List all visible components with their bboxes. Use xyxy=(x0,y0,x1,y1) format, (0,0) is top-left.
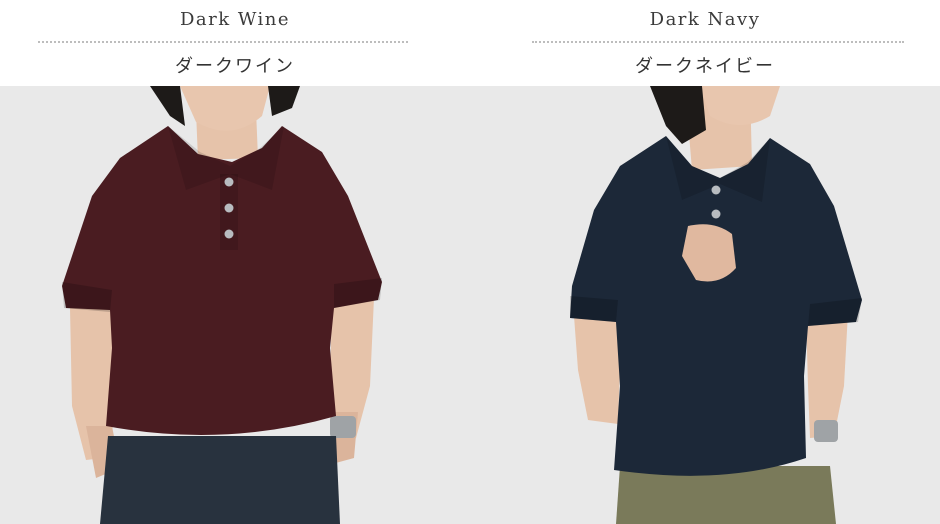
shirt-button xyxy=(224,203,234,213)
pants xyxy=(616,466,836,524)
variant-caption: Dark Navy ダークネイビー xyxy=(470,0,940,86)
product-photo-dark-navy xyxy=(470,86,940,524)
color-variant-dark-wine: Dark Wine ダークワイン xyxy=(0,0,470,524)
wristwatch xyxy=(814,420,838,442)
shirt-button xyxy=(224,177,234,187)
shirt-button xyxy=(711,209,721,219)
pants xyxy=(100,436,340,524)
variant-caption: Dark Wine ダークワイン xyxy=(0,0,470,86)
color-variant-dark-navy: Dark Navy ダークネイビー xyxy=(470,0,940,524)
product-photo-dark-wine xyxy=(0,86,470,524)
shirt-button xyxy=(224,229,234,239)
shirt-button xyxy=(711,185,721,195)
wristwatch xyxy=(330,416,356,438)
dotted-divider xyxy=(532,41,904,43)
color-name-english: Dark Wine xyxy=(179,9,291,30)
color-name-japanese: ダークワイン xyxy=(175,56,295,77)
color-name-english: Dark Navy xyxy=(649,9,761,30)
color-name-japanese: ダークネイビー xyxy=(635,56,775,77)
dotted-divider xyxy=(38,41,408,43)
